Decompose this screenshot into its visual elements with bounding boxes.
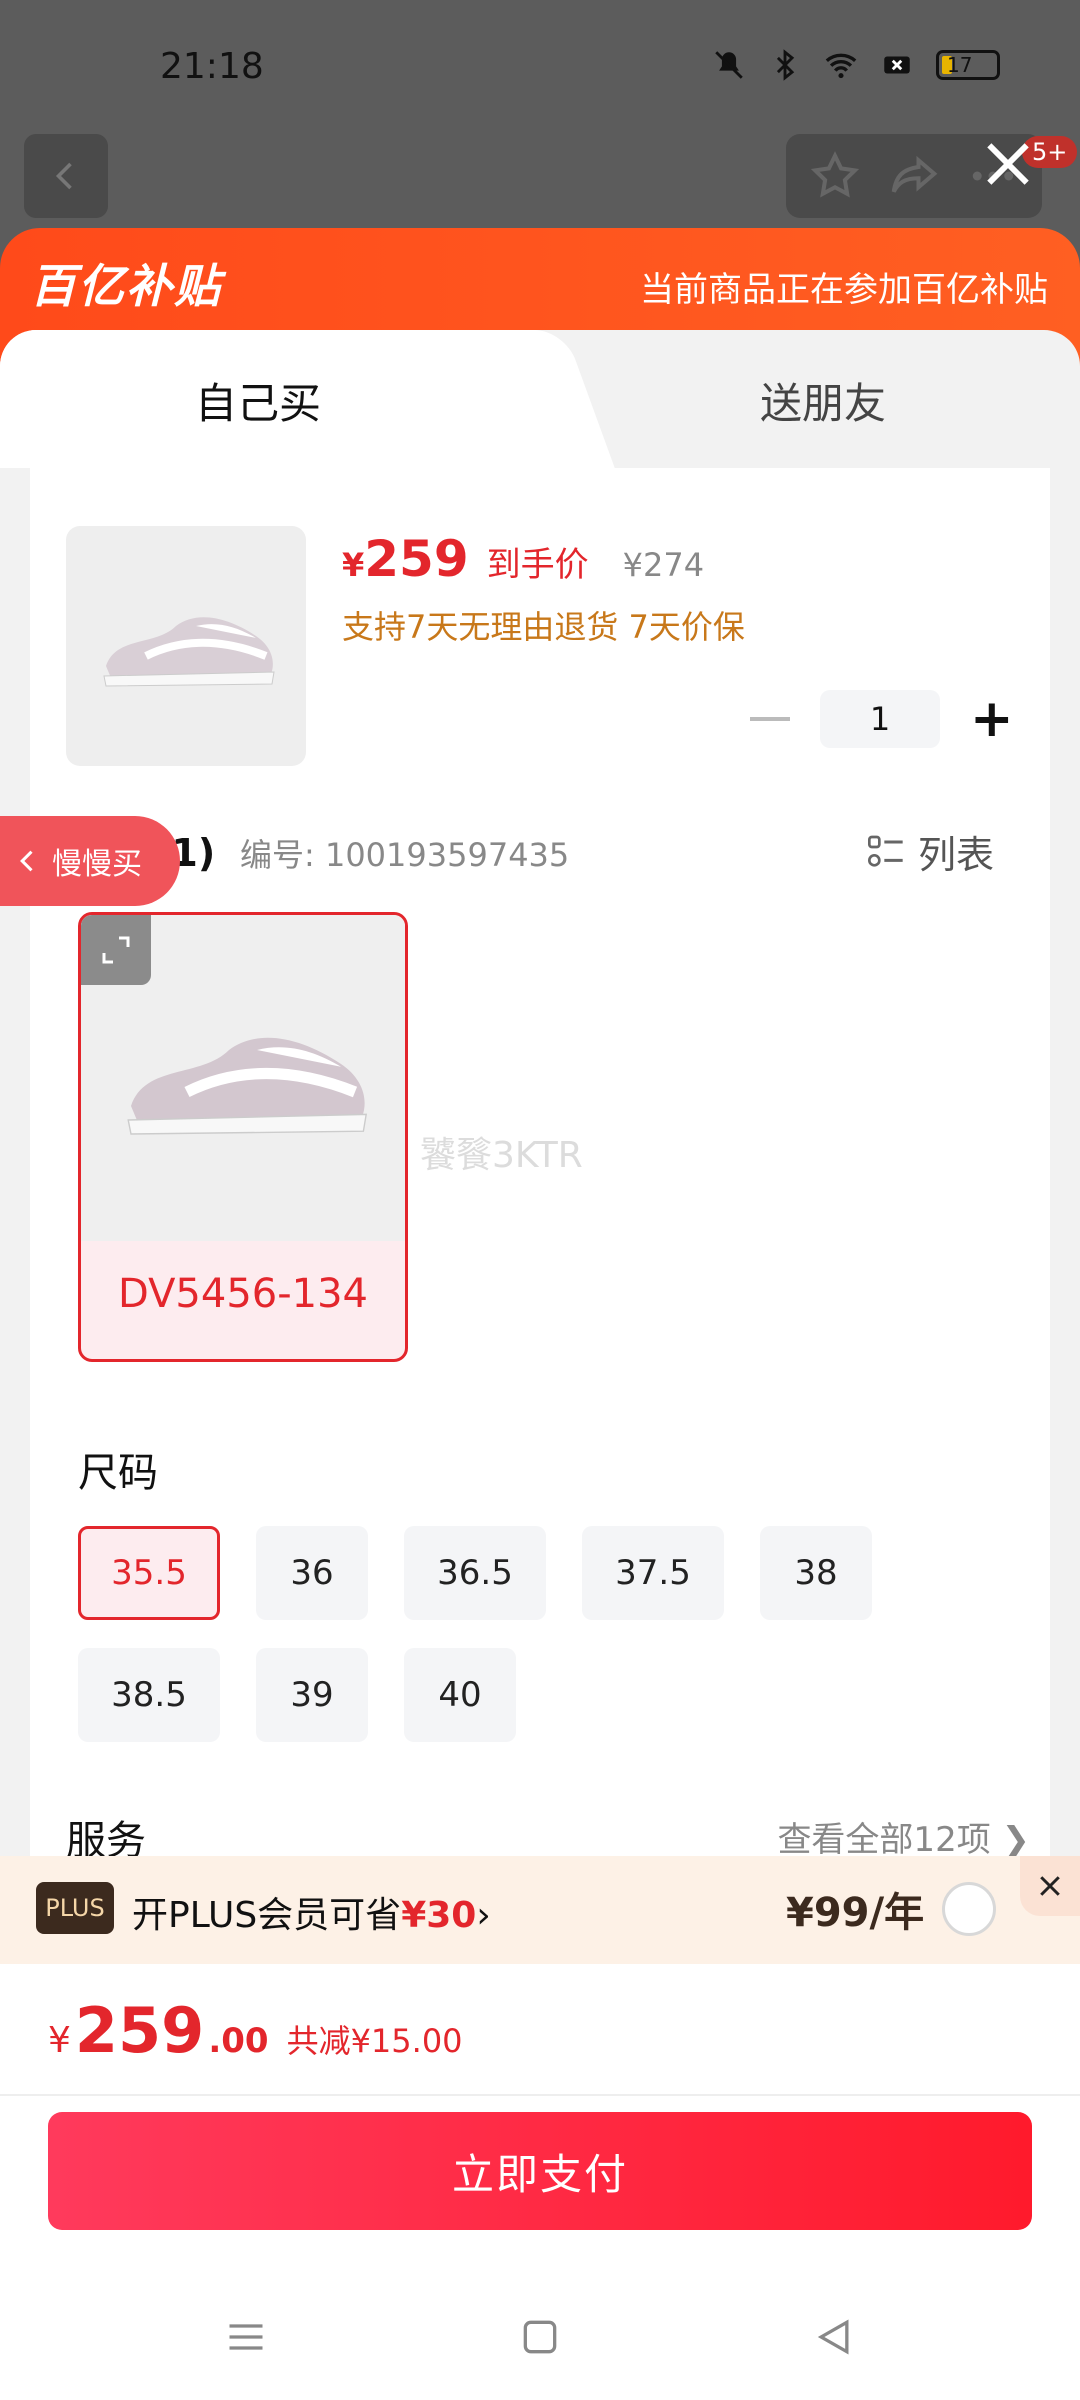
sheet-margin-left bbox=[0, 468, 30, 1858]
quantity-stepper: 1 + bbox=[750, 690, 1014, 748]
total-discount: 共减¥15.00 bbox=[286, 2022, 463, 2060]
sim-icon bbox=[884, 56, 910, 74]
total-decimal: .00 bbox=[208, 2021, 269, 2061]
mute-icon bbox=[715, 51, 743, 79]
purchase-tabs: 自己买 送朋友 bbox=[0, 330, 1080, 470]
battery-level: 17 bbox=[947, 53, 973, 77]
shoe-image bbox=[103, 617, 275, 687]
plus-badge: PLUS bbox=[36, 1882, 114, 1934]
back-button[interactable] bbox=[24, 134, 108, 218]
close-sheet-icon[interactable] bbox=[976, 132, 1040, 196]
back-icon[interactable] bbox=[812, 2315, 856, 2359]
quantity-value[interactable]: 1 bbox=[820, 690, 940, 748]
status-icons: 17 bbox=[712, 48, 1000, 82]
system-nav-bar bbox=[0, 2274, 1080, 2400]
star-icon[interactable] bbox=[808, 149, 862, 203]
original-price: ¥274 bbox=[622, 546, 705, 584]
status-time: 21:18 bbox=[160, 46, 264, 87]
service-guarantee: 支持7天无理由退货 7天价保 bbox=[342, 608, 745, 646]
price-tag: 到手价 bbox=[486, 545, 589, 585]
total-price: ¥ 259 .00 共减¥15.00 bbox=[48, 1994, 463, 2067]
size-option[interactable]: 38 bbox=[760, 1526, 872, 1620]
expand-icon bbox=[102, 936, 130, 964]
shoe-image bbox=[127, 1037, 368, 1135]
color-variant-card[interactable]: DV5456-134 bbox=[78, 912, 408, 1362]
tab-gift-label[interactable]: 送朋友 bbox=[760, 370, 886, 431]
expand-image-button[interactable] bbox=[81, 915, 151, 985]
share-icon[interactable] bbox=[887, 149, 941, 203]
price-row: ¥259 到手价 ¥274 bbox=[342, 530, 704, 588]
watermark: 饕餮3KTR bbox=[420, 1135, 583, 1176]
plus-membership-bar[interactable]: PLUS 开PLUS会员可省¥30› ¥99/年 bbox=[0, 1856, 1080, 1964]
promo-logo: 百亿补贴 bbox=[30, 259, 222, 313]
slow-buy-label: 慢慢买 bbox=[52, 847, 142, 882]
chevron-left-icon bbox=[55, 162, 72, 190]
plus-radio[interactable] bbox=[942, 1882, 996, 1936]
pay-now-button[interactable]: 立即支付 bbox=[48, 2112, 1032, 2230]
list-icon bbox=[868, 835, 903, 867]
wifi-icon bbox=[825, 53, 857, 79]
sku-number: 编号: 100193597435 bbox=[240, 836, 570, 874]
list-label: 列表 bbox=[918, 833, 995, 877]
price: ¥259 bbox=[342, 530, 469, 588]
status-bar: 21:18 17 bbox=[0, 0, 1080, 130]
chevron-left-icon bbox=[20, 850, 33, 872]
menu-icon[interactable] bbox=[224, 2315, 268, 2359]
total-integer: 259 bbox=[74, 1994, 205, 2067]
plus-offer-text: 开PLUS会员可省¥30› bbox=[132, 1886, 491, 1938]
plus-button[interactable]: + bbox=[970, 693, 1014, 745]
home-icon[interactable] bbox=[518, 2315, 562, 2359]
size-title: 尺码 bbox=[78, 1450, 158, 1496]
divider bbox=[0, 2094, 1080, 2096]
price-value: 259 bbox=[364, 530, 469, 588]
size-option[interactable]: 39 bbox=[256, 1648, 368, 1742]
size-option[interactable]: 36.5 bbox=[404, 1526, 546, 1620]
total-currency: ¥ bbox=[48, 2020, 71, 2061]
tab-buy-self-label[interactable]: 自己买 bbox=[195, 370, 321, 431]
bluetooth-icon bbox=[776, 49, 795, 81]
plus-price: ¥99/年 bbox=[786, 1890, 925, 1936]
chevron-right-icon: › bbox=[476, 1895, 491, 1936]
size-option[interactable]: 37.5 bbox=[582, 1526, 724, 1620]
size-option[interactable]: 36 bbox=[256, 1526, 368, 1620]
sheet-margin-right bbox=[1050, 468, 1080, 1858]
list-view-toggle[interactable]: 列表 bbox=[866, 824, 994, 879]
close-icon bbox=[1040, 1876, 1060, 1896]
variant-label: DV5456-134 bbox=[117, 1271, 369, 1317]
promo-text: 当前商品正在参加百亿补贴 bbox=[640, 270, 1048, 310]
plus-close-button[interactable] bbox=[1020, 1856, 1080, 1916]
slow-buy-button[interactable]: 慢慢买 bbox=[0, 816, 180, 906]
product-thumbnail[interactable] bbox=[66, 526, 306, 766]
checkout-footer: ¥ 259 .00 共减¥15.00 立即支付 bbox=[0, 1964, 1080, 2400]
minus-button[interactable] bbox=[750, 717, 790, 721]
plus-offer-prefix: 开PLUS会员可省 bbox=[132, 1895, 402, 1936]
size-option[interactable]: 35.5 bbox=[78, 1526, 220, 1620]
size-option[interactable]: 38.5 bbox=[78, 1648, 220, 1742]
price-currency: ¥ bbox=[342, 546, 365, 584]
service-more-link[interactable]: 查看全部12项 ❯ bbox=[777, 1812, 1030, 1861]
plus-saving: ¥30 bbox=[401, 1895, 477, 1936]
size-option[interactable]: 40 bbox=[404, 1648, 516, 1742]
battery-icon: 17 bbox=[936, 50, 1000, 80]
